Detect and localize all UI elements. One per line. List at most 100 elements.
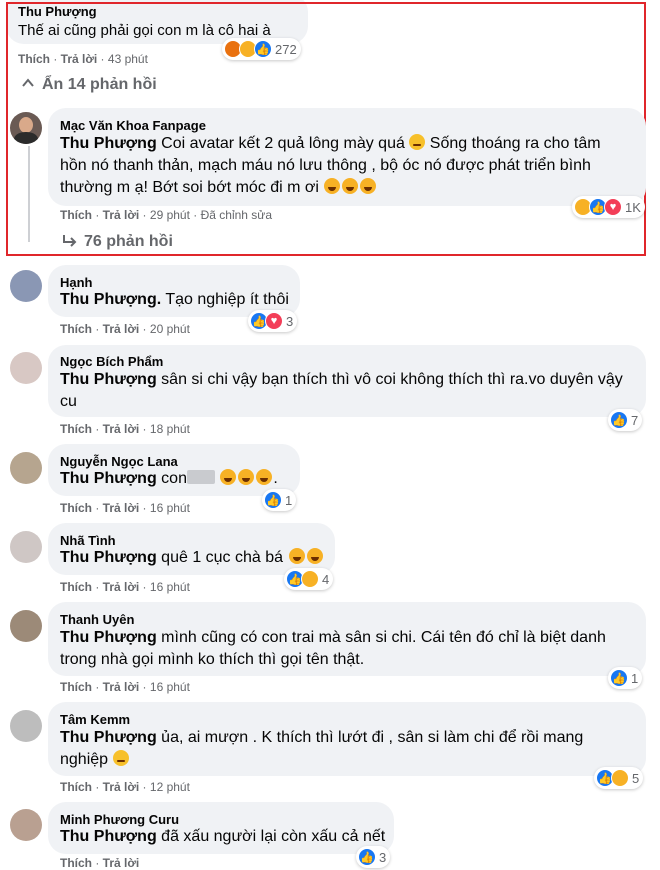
reply-text-line3: thường m ạ! Bớt soi bớt móc đi m ơi — [60, 177, 377, 199]
love-reaction-icon: ♥ — [604, 198, 622, 216]
laughing-emoji-icon — [360, 178, 377, 194]
like-link[interactable]: Thích — [60, 580, 92, 594]
mention[interactable]: Thu Phượng — [60, 470, 157, 487]
like-link[interactable]: Thích — [60, 322, 92, 336]
avatar[interactable] — [10, 112, 42, 144]
reply-author[interactable]: Nguyễn Ngọc Lana — [60, 454, 178, 469]
timestamp[interactable]: 18 phút — [150, 422, 190, 436]
reply-link[interactable]: Trả lời — [103, 580, 140, 594]
like-reaction-icon: 👍 — [610, 669, 628, 687]
reply-text-line2: cu — [60, 393, 77, 410]
reply-text-line1: Thu Phượng Coi avatar kết 2 quả lông mày… — [60, 133, 601, 155]
hide-replies-link[interactable]: Ẩn 14 phản hồi — [42, 76, 157, 94]
reply-text: Thu Phượng. Tạo nghiệp ít thôi — [60, 289, 289, 311]
mention[interactable]: Thu Phượng — [60, 828, 157, 845]
reply-actions: Thích · Trả lời · 29 phút · Đã chỉnh sửa — [60, 208, 273, 222]
reply-author[interactable]: Ngọc Bích Phẩm — [60, 354, 163, 369]
timestamp[interactable]: 16 phút — [150, 680, 190, 694]
reply-text-line2: hồn nó thanh thản, mạch máu nó lưu thông… — [60, 157, 591, 174]
avatar[interactable] — [10, 809, 42, 841]
reply-body: sân si chi vậy bạn thích thì vô coi khôn… — [161, 371, 623, 388]
reply-text: Coi avatar kết 2 quả lông mày quá — [161, 135, 405, 152]
reaction-summary[interactable]: 👍 7 — [608, 409, 643, 431]
avatar[interactable] — [10, 452, 42, 484]
blurred-text — [186, 470, 215, 484]
reply-body: Tạo nghiệp ít thôi — [165, 291, 289, 308]
reply-author[interactable]: Tâm Kemm — [60, 712, 130, 727]
reply-actions: Thích · Trả lời · 16 phút — [60, 501, 190, 515]
reply-author[interactable]: Hạnh — [60, 275, 93, 290]
laughing-emoji-icon — [288, 548, 305, 564]
reply-link[interactable]: Trả lời — [103, 680, 140, 694]
reply-body-end: . — [273, 470, 278, 487]
reply-actions: Thích · Trả lời · 20 phút — [60, 322, 190, 336]
reply-link[interactable]: Trả lời — [103, 501, 140, 515]
reaction-count: 4 — [322, 571, 330, 587]
reaction-summary[interactable]: 👍 ♥ 3 — [248, 310, 298, 332]
reaction-count: 1 — [631, 670, 639, 686]
avatar[interactable] — [10, 531, 42, 563]
like-link[interactable]: Thích — [60, 856, 92, 870]
timestamp[interactable]: 29 phút — [150, 208, 190, 222]
reply-actions: Thích · Trả lời · 16 phút — [60, 580, 190, 594]
reaction-summary[interactable]: 👍 ♥ 1K — [572, 196, 645, 218]
reply-text-line2: nghiệp — [60, 749, 129, 771]
timestamp[interactable]: 16 phút — [150, 501, 190, 515]
timestamp[interactable]: 16 phút — [150, 580, 190, 594]
reaction-summary[interactable]: 👍 5 — [594, 767, 644, 789]
reply-arrow-icon[interactable] — [62, 234, 78, 248]
haha-reaction-icon — [301, 570, 319, 588]
reaction-count: 1K — [625, 199, 641, 215]
reply-actions: Thích · Trả lời · 16 phút — [60, 680, 190, 694]
like-link[interactable]: Thích — [60, 208, 92, 222]
reply-text-line2: trong nhà gọi mình ko thích thì gọi tên … — [60, 651, 365, 668]
reaction-summary[interactable]: 👍 1 — [608, 667, 643, 689]
mention[interactable]: Thu Phượng — [60, 371, 157, 388]
reaction-summary[interactable]: 👍 4 — [284, 568, 334, 590]
mention[interactable]: Thu Phượng — [60, 135, 157, 152]
mention[interactable]: Thu Phượng — [60, 549, 157, 566]
laughing-emoji-icon — [324, 178, 341, 194]
reply-author[interactable]: Mạc Văn Khoa Fanpage — [60, 118, 206, 133]
mention[interactable]: Thu Phượng — [60, 729, 157, 746]
avatar[interactable] — [10, 270, 42, 302]
reply-text: Thu Phượng con . — [60, 468, 278, 490]
mention[interactable]: Thu Phượng. — [60, 291, 161, 308]
smirk-emoji-icon — [112, 750, 129, 766]
avatar[interactable] — [10, 352, 42, 384]
laughing-emoji-icon — [238, 469, 255, 485]
reply-link[interactable]: Trả lời — [103, 856, 140, 870]
reply-author[interactable]: Minh Phương Curu — [60, 812, 179, 827]
like-link[interactable]: Thích — [60, 422, 92, 436]
reply-text-end: thường m ạ! Bớt soi bớt móc đi m ơi — [60, 179, 319, 196]
reply-text: Thu Phượng ủa, ai mượn . K thích thì lướ… — [60, 727, 583, 749]
avatar[interactable] — [10, 610, 42, 642]
reply-link[interactable]: Trả lời — [103, 422, 140, 436]
reply-body: con — [161, 470, 187, 487]
reply-link[interactable]: Trả lời — [103, 208, 140, 222]
wow-reaction-icon — [611, 769, 629, 787]
like-link[interactable]: Thích — [60, 680, 92, 694]
reply-author[interactable]: Nhã Tình — [60, 533, 116, 548]
reply-author[interactable]: Thanh Uyên — [60, 612, 134, 627]
like-link[interactable]: Thích — [60, 780, 92, 794]
reply-body: đã xấu người lại còn xấu cả nết — [161, 828, 386, 845]
reply-body: mình cũng có con trai mà sân si chi. Cái… — [161, 629, 606, 646]
reaction-count: 7 — [631, 412, 639, 428]
timestamp[interactable]: 20 phút — [150, 322, 190, 336]
reply-body-end: nghiệp — [60, 751, 109, 768]
view-replies-link[interactable]: 76 phản hồi — [84, 233, 173, 251]
reaction-summary[interactable]: 👍 3 — [356, 846, 391, 868]
timestamp[interactable]: 12 phút — [150, 780, 190, 794]
reaction-summary[interactable]: 👍 1 — [262, 489, 297, 511]
avatar[interactable] — [10, 710, 42, 742]
mention[interactable]: Thu Phượng — [60, 629, 157, 646]
reply-text: Thu Phượng quê 1 cục chà bá — [60, 547, 324, 569]
reply-link[interactable]: Trả lời — [103, 780, 140, 794]
collapse-icon[interactable] — [22, 76, 34, 88]
reply-body: quê 1 cục chà bá — [161, 549, 284, 566]
reply-link[interactable]: Trả lời — [103, 322, 140, 336]
like-link[interactable]: Thích — [60, 501, 92, 515]
smirk-emoji-icon — [409, 134, 426, 150]
reaction-count: 1 — [285, 492, 293, 508]
